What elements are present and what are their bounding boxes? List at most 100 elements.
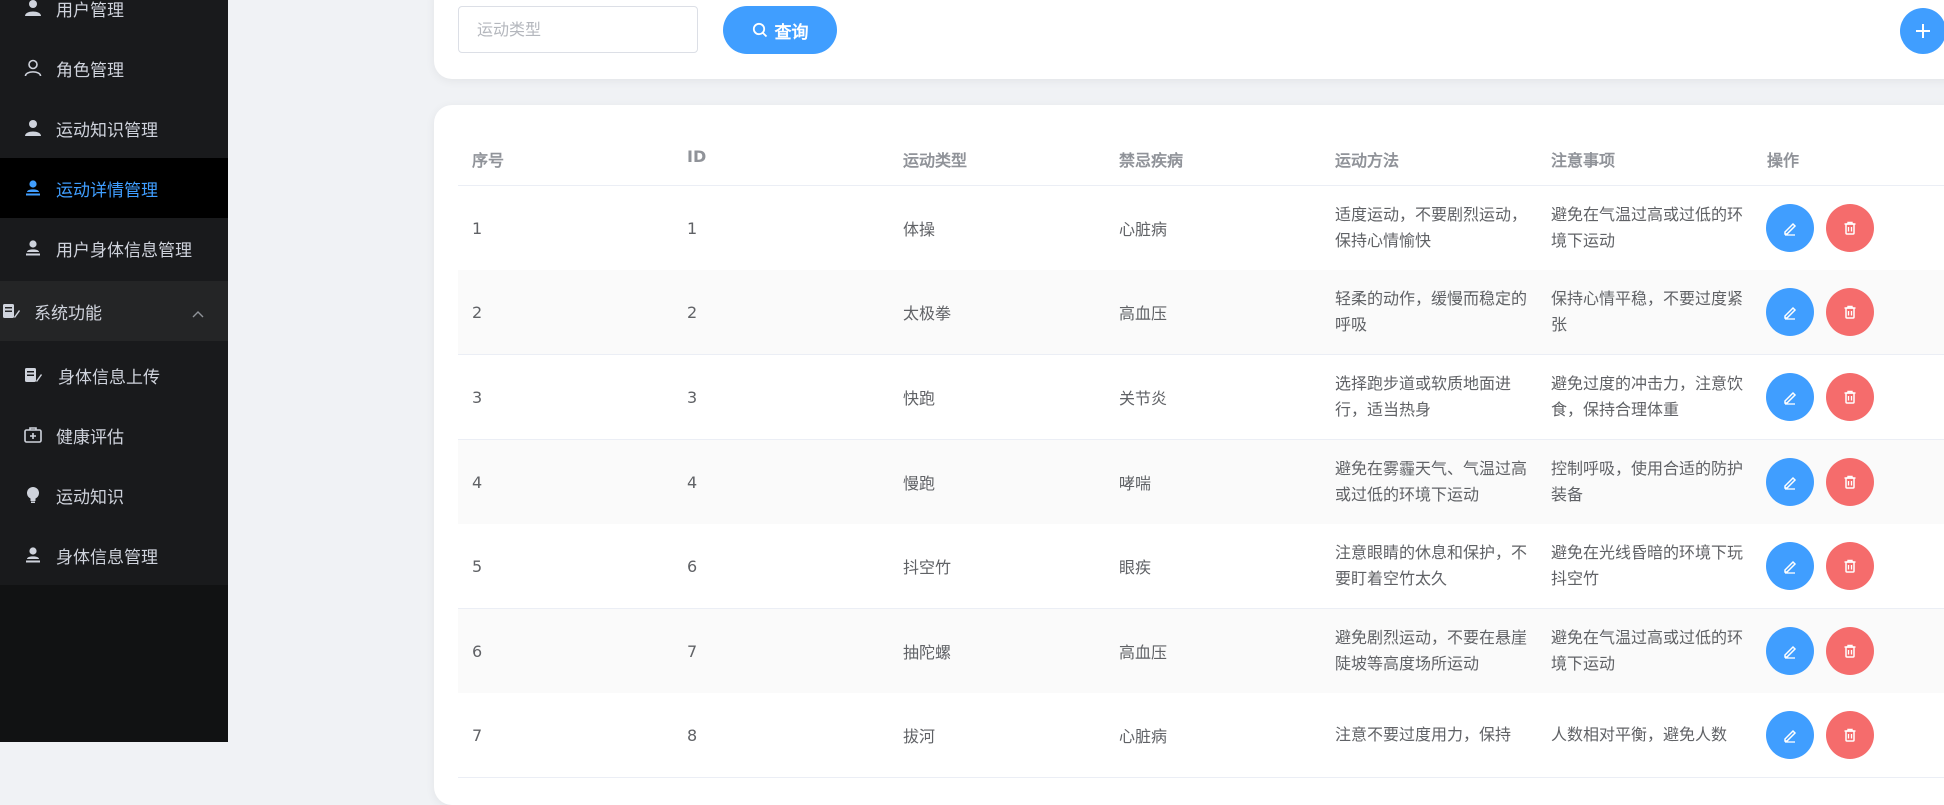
sidebar-item-exercise-detail-management[interactable]: 运动详情管理 xyxy=(0,158,228,218)
cell-contraindicated-disease-text: 高血压 xyxy=(1119,304,1168,323)
delete-button[interactable] xyxy=(1826,288,1874,336)
cell-exercise-method-text: 选择跑步道或软质地面进行，适当热身 xyxy=(1335,374,1512,419)
sidebar-item-label: 用户管理 xyxy=(56,0,124,21)
cell-exercise-method-text: 避免剧烈运动，不要在悬崖陡坡等高度场所运动 xyxy=(1335,628,1528,673)
delete-button[interactable] xyxy=(1826,204,1874,252)
sidebar-item-label: 健康评估 xyxy=(56,427,124,448)
cell-exercise-type: 慢跑 xyxy=(903,440,935,524)
cell-index: 2 xyxy=(472,270,482,354)
delete-button[interactable] xyxy=(1826,542,1874,590)
cell-notes-text: 保持心情平稳，不要过度紧张 xyxy=(1551,289,1744,334)
query-button[interactable]: 查询 xyxy=(723,6,837,54)
trash-icon xyxy=(1842,558,1858,574)
cell-contraindicated-disease-text: 关节炎 xyxy=(1119,389,1168,408)
user-stamp-icon xyxy=(22,177,44,199)
user-stamp-icon xyxy=(22,237,44,259)
cell-id: 4 xyxy=(687,440,697,524)
sidebar-item-health-assessment[interactable]: 健康评估 xyxy=(0,405,228,465)
edit-button[interactable] xyxy=(1766,627,1814,675)
sidebar-item-exercise-knowledge-management[interactable]: 运动知识管理 xyxy=(0,98,228,158)
cell-index-text: 5 xyxy=(472,556,483,576)
cell-id-text: 1 xyxy=(687,218,698,238)
delete-button[interactable] xyxy=(1826,711,1874,759)
cell-id: 6 xyxy=(687,524,697,608)
cell-index-text: 3 xyxy=(472,387,483,407)
cell-exercise-type-text: 慢跑 xyxy=(903,474,936,493)
sidebar-item-label: 运动知识管理 xyxy=(56,120,158,141)
cell-exercise-type: 太极拳 xyxy=(903,270,951,354)
cell-exercise-type-text: 快跑 xyxy=(903,389,936,408)
trash-icon xyxy=(1842,304,1858,320)
edit-icon xyxy=(1782,389,1798,405)
edit-icon xyxy=(1782,220,1798,236)
sidebar-group-system-functions[interactable]: 系统功能 xyxy=(0,281,228,341)
edit-button[interactable] xyxy=(1766,288,1814,336)
user-outline-icon xyxy=(22,57,44,79)
sidebar-item-label: 运动知识 xyxy=(56,487,124,508)
lightbulb-icon xyxy=(22,484,44,506)
cell-contraindicated-disease: 眼疾 xyxy=(1119,524,1151,608)
trash-icon xyxy=(1842,220,1858,236)
sidebar-item-user-management[interactable]: 用户管理 xyxy=(0,0,228,38)
cell-exercise-type: 抖空竹 xyxy=(903,524,951,608)
edit-button[interactable] xyxy=(1766,204,1814,252)
cell-id-text: 3 xyxy=(687,387,698,407)
cell-exercise-method: 选择跑步道或软质地面进行，适当热身 xyxy=(1335,355,1531,439)
cell-index: 4 xyxy=(472,440,482,524)
cell-contraindicated-disease-text: 眼疾 xyxy=(1119,558,1152,577)
first-aid-kit-icon xyxy=(22,424,44,446)
delete-button[interactable] xyxy=(1826,373,1874,421)
table-row: 3 3 快跑 关节炎 选择跑步道或软质地面进行，适当热身 避免过度的冲击力，注意饮食，保持… xyxy=(458,355,1944,440)
cell-exercise-type: 快跑 xyxy=(903,355,935,439)
column-header-index: 序号 xyxy=(472,151,505,170)
column-header-disease: 禁忌疾病 xyxy=(1119,151,1184,170)
column-header-id: ID xyxy=(687,147,707,166)
trash-icon xyxy=(1842,727,1858,743)
delete-button[interactable] xyxy=(1826,458,1874,506)
sidebar-item-role-management[interactable]: 角色管理 xyxy=(0,38,228,98)
add-button[interactable] xyxy=(1900,8,1944,54)
cell-exercise-method: 适度运动，不要剧烈运动，保持心情愉快 xyxy=(1335,186,1531,270)
exercise-type-search-input[interactable] xyxy=(458,6,698,53)
cell-id-text: 2 xyxy=(687,302,698,322)
cell-contraindicated-disease-text: 心脏病 xyxy=(1119,220,1168,239)
edit-button[interactable] xyxy=(1766,458,1814,506)
cell-index-text: 1 xyxy=(472,218,483,238)
cell-exercise-method: 轻柔的动作，缓慢而稳定的呼吸 xyxy=(1335,270,1531,354)
cell-notes-text: 控制呼吸，使用合适的防护装备 xyxy=(1551,459,1744,504)
cell-exercise-method: 注意眼睛的休息和保护，不要盯着空竹太久 xyxy=(1335,524,1531,608)
cell-contraindicated-disease: 高血压 xyxy=(1119,609,1167,693)
cell-id-text: 4 xyxy=(687,472,698,492)
table-header: 序号 ID 运动类型 禁忌疾病 运动方法 注意事项 操作 xyxy=(458,130,1944,186)
document-edit-icon xyxy=(0,300,22,322)
sidebar-item-body-info-management[interactable]: 身体信息管理 xyxy=(0,525,228,585)
sidebar-group-label: 系统功能 xyxy=(34,303,102,324)
cell-contraindicated-disease-text: 哮喘 xyxy=(1119,474,1152,493)
sidebar-item-user-body-info-management[interactable]: 用户身体信息管理 xyxy=(0,218,228,278)
document-edit-icon xyxy=(22,364,44,386)
sidebar-item-exercise-knowledge[interactable]: 运动知识 xyxy=(0,465,228,525)
cell-notes: 避免在气温过高或过低的环境下运动 xyxy=(1551,609,1747,693)
delete-button[interactable] xyxy=(1826,627,1874,675)
cell-exercise-type-text: 体操 xyxy=(903,220,936,239)
sidebar-item-body-info-upload[interactable]: 身体信息上传 xyxy=(0,345,228,405)
cell-id: 2 xyxy=(687,270,697,354)
edit-icon xyxy=(1782,643,1798,659)
cell-exercise-method-text: 避免在雾霾天气、气温过高或过低的环境下运动 xyxy=(1335,459,1528,504)
edit-button[interactable] xyxy=(1766,373,1814,421)
edit-button[interactable] xyxy=(1766,711,1814,759)
sidebar-empty-area xyxy=(0,585,228,742)
cell-notes-text: 避免在光线昏暗的环境下玩抖空竹 xyxy=(1551,543,1744,588)
query-button-label: 查询 xyxy=(774,22,809,43)
user-filled-icon xyxy=(22,117,44,139)
cell-exercise-method-text: 适度运动，不要剧烈运动，保持心情愉快 xyxy=(1335,205,1528,250)
trash-icon xyxy=(1842,643,1858,659)
table-row: 5 6 抖空竹 眼疾 注意眼睛的休息和保护，不要盯着空竹太久 避免在光线昏暗的环境下玩抖空… xyxy=(458,524,1944,609)
edit-button[interactable] xyxy=(1766,542,1814,590)
cell-exercise-method-text: 轻柔的动作，缓慢而稳定的呼吸 xyxy=(1335,289,1528,334)
cell-exercise-type-text: 抖空竹 xyxy=(903,558,952,577)
column-header-type: 运动类型 xyxy=(903,151,968,170)
cell-contraindicated-disease: 心脏病 xyxy=(1119,186,1167,270)
cell-exercise-type-text: 拔河 xyxy=(903,727,936,746)
column-header-actions: 操作 xyxy=(1767,151,1800,170)
